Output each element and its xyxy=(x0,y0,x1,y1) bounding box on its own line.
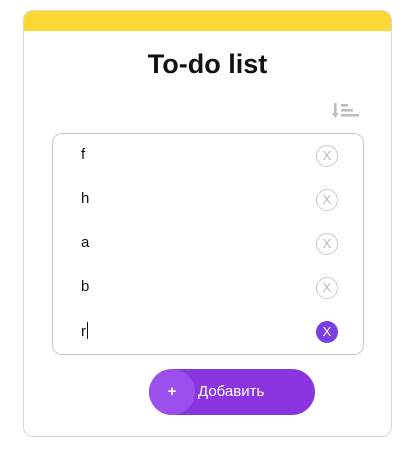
add-task-label: Добавить xyxy=(198,383,265,400)
sort-button[interactable] xyxy=(332,101,362,123)
task-row: a X xyxy=(53,222,363,266)
task-text-field[interactable]: f xyxy=(81,146,301,166)
delete-task-button[interactable]: X xyxy=(316,145,338,167)
add-task-button[interactable]: + Добавить xyxy=(149,369,315,415)
task-row: b X xyxy=(53,266,363,310)
delete-task-button[interactable]: X xyxy=(316,321,338,343)
task-row: h X xyxy=(53,178,363,222)
task-text: r xyxy=(81,323,86,340)
delete-task-button[interactable]: X xyxy=(316,277,338,299)
delete-task-button[interactable]: X xyxy=(316,189,338,211)
sort-descending-icon xyxy=(332,103,359,118)
delete-task-button[interactable]: X xyxy=(316,233,338,255)
page-title: To-do list xyxy=(147,49,268,79)
task-text-field[interactable]: b xyxy=(81,278,301,298)
plus-icon: + xyxy=(149,369,195,415)
task-list: f X h X a X b X r X xyxy=(52,133,364,355)
card-top-accent-bar xyxy=(24,11,391,31)
task-text-field[interactable]: h xyxy=(81,190,301,210)
task-text-field-editing[interactable]: r xyxy=(81,322,301,342)
task-text-field[interactable]: a xyxy=(81,234,301,254)
task-row: f X xyxy=(53,134,363,178)
text-caret xyxy=(87,322,88,339)
task-row: r X xyxy=(53,310,363,354)
todo-card: To-do list f X h X a X b X r X + Добавит… xyxy=(23,10,392,437)
